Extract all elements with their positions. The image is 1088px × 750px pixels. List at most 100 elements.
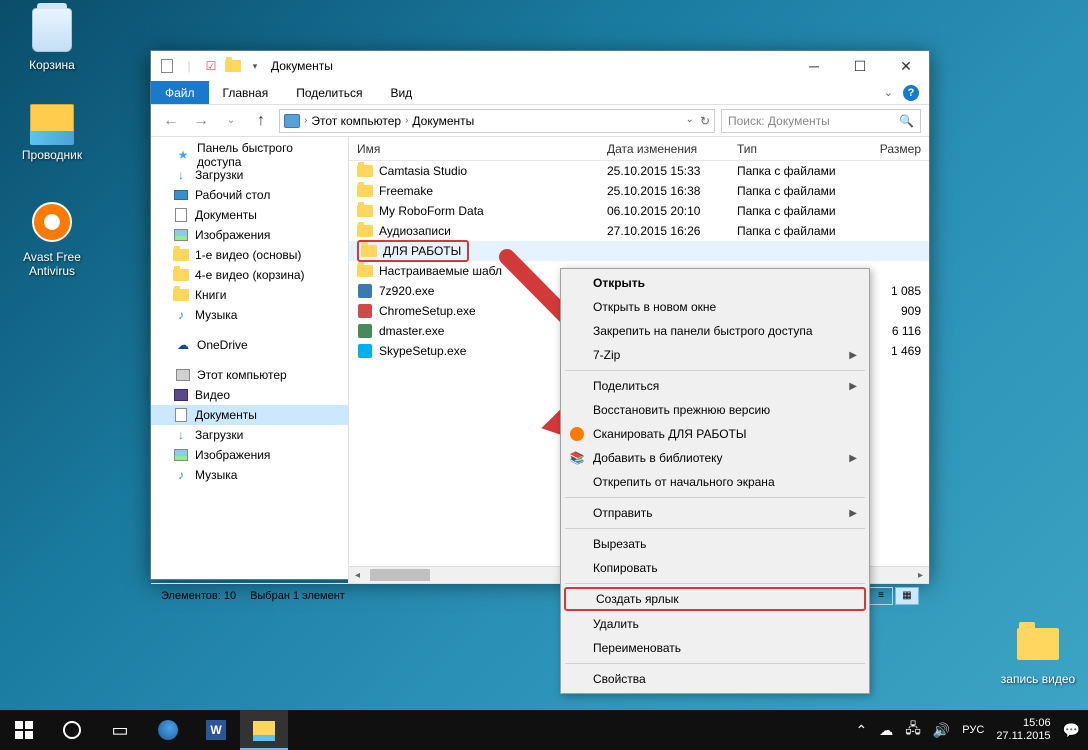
context-item[interactable]: 📚Добавить в библиотеку▶ xyxy=(563,446,867,470)
context-item[interactable]: Удалить xyxy=(563,612,867,636)
status-count: Элементов: 10 xyxy=(161,590,236,602)
nav-video1[interactable]: 1-е видео (основы) xyxy=(151,245,348,265)
file-row[interactable]: Freemake25.10.2015 16:38Папка с файлами xyxy=(349,181,929,201)
task-view-button[interactable]: ▭ xyxy=(96,710,144,750)
qat-dropdown-icon[interactable]: ▾ xyxy=(247,58,263,74)
nav-quick-access[interactable]: ★ Панель быстрого доступа xyxy=(151,145,348,165)
ribbon-expand-icon[interactable]: ⌄ xyxy=(884,86,893,99)
nav-music-q[interactable]: ♪Музыка xyxy=(151,305,348,325)
tab-share[interactable]: Поделиться xyxy=(282,81,376,104)
desktop-explorer[interactable]: Проводник xyxy=(14,96,90,162)
refresh-icon[interactable]: ↻ xyxy=(700,114,710,128)
col-size[interactable]: Размер xyxy=(869,142,929,156)
folder-icon xyxy=(1017,628,1059,660)
context-item[interactable]: Копировать xyxy=(563,556,867,580)
clock[interactable]: 15:06 27.11.2015 xyxy=(996,717,1050,743)
desktop-avast[interactable]: Avast Free Antivirus xyxy=(14,198,90,278)
desktop-icon xyxy=(173,187,189,203)
view-icons-button[interactable]: ▦ xyxy=(895,587,919,605)
context-item[interactable]: Отправить▶ xyxy=(563,501,867,525)
col-name[interactable]: Имя xyxy=(349,142,599,156)
search-input[interactable]: Поиск: Документы 🔍 xyxy=(721,109,921,133)
nav-desktop[interactable]: Рабочий стол xyxy=(151,185,348,205)
word-button[interactable]: W xyxy=(192,710,240,750)
bin-icon xyxy=(32,8,72,52)
context-item[interactable]: Сканировать ДЛЯ РАБОТЫ xyxy=(563,422,867,446)
breadcrumb-pc[interactable]: Этот компьютер xyxy=(311,114,401,128)
help-icon[interactable]: ? xyxy=(903,85,919,101)
folder-icon xyxy=(357,163,373,179)
picture-icon xyxy=(173,227,189,243)
nav-this-pc[interactable]: Этот компьютер xyxy=(151,365,348,385)
properties-qat-icon[interactable]: ☑ xyxy=(203,58,219,74)
context-item[interactable]: Создать ярлык xyxy=(564,587,866,611)
nav-documents[interactable]: Документы xyxy=(151,405,348,425)
context-item[interactable]: Свойства xyxy=(563,667,867,691)
recent-button[interactable]: ⌄ xyxy=(219,109,243,133)
qat-sep: | xyxy=(181,58,197,74)
minimize-button[interactable]: ─ xyxy=(791,51,837,81)
context-item[interactable]: Открепить от начального экрана xyxy=(563,470,867,494)
context-item[interactable]: Поделиться▶ xyxy=(563,374,867,398)
context-item[interactable]: Восстановить прежнюю версию xyxy=(563,398,867,422)
tab-view[interactable]: Вид xyxy=(376,81,426,104)
nav-video4[interactable]: 4-е видео (корзина) xyxy=(151,265,348,285)
nav-music[interactable]: ♪Музыка xyxy=(151,465,348,485)
context-item[interactable]: Закрепить на панели быстрого доступа xyxy=(563,319,867,343)
tab-file[interactable]: Файл xyxy=(151,81,209,104)
file-row[interactable]: My RoboForm Data06.10.2015 20:10Папка с … xyxy=(349,201,929,221)
file-row[interactable]: Camtasia Studio25.10.2015 15:33Папка с ф… xyxy=(349,161,929,181)
desktop-folder-record[interactable]: запись видео xyxy=(1000,620,1076,686)
scroll-left-icon[interactable]: ◂ xyxy=(349,570,366,581)
nav-books[interactable]: Книги xyxy=(151,285,348,305)
network-tray-icon[interactable]: 🖧 xyxy=(905,718,921,742)
edge-button[interactable] xyxy=(144,710,192,750)
close-button[interactable]: ✕ xyxy=(883,51,929,81)
breadcrumb-documents[interactable]: Документы xyxy=(412,114,474,128)
back-button[interactable]: ← xyxy=(159,109,183,133)
file-row[interactable]: ДЛЯ РАБОТЫ xyxy=(349,241,929,261)
start-button[interactable] xyxy=(0,710,48,750)
nav-pictures-q[interactable]: Изображения xyxy=(151,225,348,245)
cortana-button[interactable] xyxy=(48,710,96,750)
breadcrumb-box[interactable]: › Этот компьютер › Документы ⌄ ↻ xyxy=(279,109,715,133)
context-item[interactable]: 7-Zip▶ xyxy=(563,343,867,367)
file-row[interactable]: Аудиозаписи27.10.2015 16:26Папка с файла… xyxy=(349,221,929,241)
context-item[interactable]: Открыть в новом окне xyxy=(563,295,867,319)
view-details-button[interactable]: ≡ xyxy=(869,587,893,605)
nav-documents-q[interactable]: Документы xyxy=(151,205,348,225)
col-date[interactable]: Дата изменения xyxy=(599,142,729,156)
tray-chevron-icon[interactable]: ⌃ xyxy=(855,722,867,739)
cloud-icon: ☁ xyxy=(175,337,191,353)
scroll-thumb[interactable] xyxy=(370,569,430,581)
nav-video[interactable]: Видео xyxy=(151,385,348,405)
nav-downloads-pc[interactable]: ↓Загрузки xyxy=(151,425,348,445)
explorer-taskbar-button[interactable] xyxy=(240,710,288,750)
context-item[interactable]: Переименовать xyxy=(563,636,867,660)
up-button[interactable]: ↑ xyxy=(249,109,273,133)
context-separator xyxy=(565,583,865,584)
folder-icon xyxy=(357,203,373,219)
history-dropdown-icon[interactable]: ⌄ xyxy=(686,114,694,128)
notifications-icon[interactable]: 💬 xyxy=(1063,722,1080,739)
pc-icon xyxy=(284,114,300,128)
folder-qat-icon[interactable] xyxy=(225,58,241,74)
language-indicator[interactable]: РУС xyxy=(962,724,984,736)
onedrive-tray-icon[interactable]: ☁ xyxy=(879,722,893,739)
nav-onedrive[interactable]: ☁OneDrive xyxy=(151,335,348,355)
folder-icon xyxy=(173,267,189,283)
tab-main[interactable]: Главная xyxy=(209,81,283,104)
submenu-arrow-icon: ▶ xyxy=(849,453,857,464)
col-type[interactable]: Тип xyxy=(729,142,869,156)
document-icon xyxy=(173,407,189,423)
status-selected: Выбран 1 элемент xyxy=(250,590,345,602)
desktop-recycle-bin[interactable]: Корзина xyxy=(14,6,90,72)
scroll-right-icon[interactable]: ▸ xyxy=(912,570,929,581)
context-item[interactable]: Открыть xyxy=(563,271,867,295)
maximize-button[interactable]: ☐ xyxy=(837,51,883,81)
picture-icon xyxy=(173,447,189,463)
search-icon: 🔍 xyxy=(899,114,914,128)
nav-pictures[interactable]: Изображения xyxy=(151,445,348,465)
context-item[interactable]: Вырезать xyxy=(563,532,867,556)
volume-tray-icon[interactable]: 🔊 xyxy=(933,722,950,739)
